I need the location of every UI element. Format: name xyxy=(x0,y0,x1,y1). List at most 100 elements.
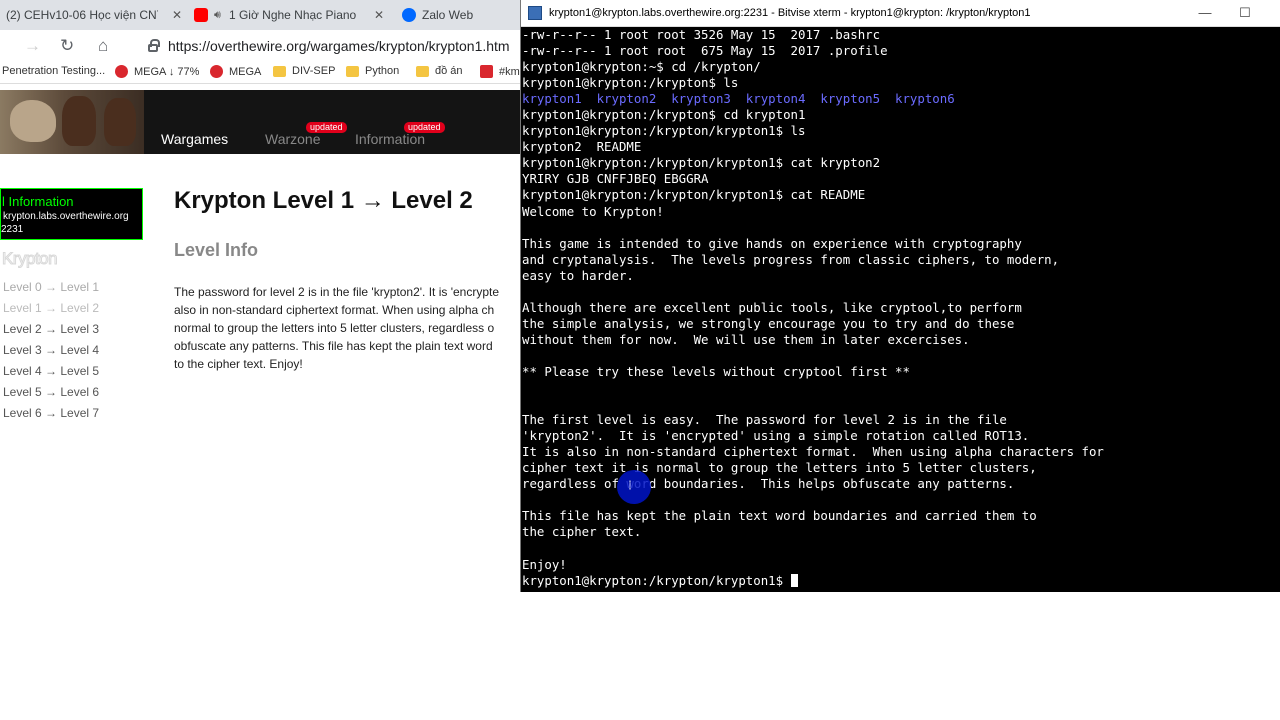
tab-piano-music[interactable]: 🔊︎ 1 Giờ Nghe Nhạc Piano Êm ✕ xyxy=(194,2,384,28)
home-icon[interactable]: ⌂ xyxy=(98,36,108,56)
bookmark-label: MEGA xyxy=(229,65,262,78)
close-icon[interactable]: ✕ xyxy=(374,8,384,22)
terminal-line: krypton1@krypton:/krypton$ ls xyxy=(522,75,739,91)
nav-warzone[interactable]: Warzone xyxy=(265,131,321,147)
terminal-line: -rw-r--r-- 1 root root 675 May 15 2017 .… xyxy=(522,43,888,59)
terminal-line: krypton1@krypton:/krypton/krypton1$ xyxy=(522,573,1280,589)
bookmark-do-an[interactable]: đồ án xyxy=(416,65,463,77)
nav-wargames[interactable]: Wargames xyxy=(161,131,228,147)
terminal-line: the cipher text. xyxy=(522,524,642,540)
folder-icon xyxy=(346,65,359,77)
bookmark-label: DIV-SEP xyxy=(292,65,336,77)
terminal-line: the simple analysis, we strongly encoura… xyxy=(522,315,1015,331)
reload-icon[interactable]: ↻ xyxy=(60,36,74,56)
terminal-line: This game is intended to give hands on e… xyxy=(522,235,1022,251)
close-icon[interactable]: ✕ xyxy=(172,8,182,22)
bookmark-mega-download[interactable]: MEGA ↓ 77% xyxy=(115,65,199,78)
section-title: Level Info xyxy=(174,240,259,260)
terminal-line: Enjoy! xyxy=(522,556,567,572)
forward-icon[interactable]: → xyxy=(24,36,41,56)
bookmark-mega[interactable]: MEGA xyxy=(210,65,261,78)
terminal-line: krypton1 krypton2 krypton3 krypton4 kryp… xyxy=(522,91,955,107)
terminal-line: without them for now. We will use them i… xyxy=(522,331,970,347)
cat-image xyxy=(10,100,56,142)
krypton-logo: Krypton xyxy=(1,249,58,269)
ssh-port: 2231 xyxy=(1,224,24,235)
description-line: normal to group the letters into 5 lette… xyxy=(174,321,495,335)
terminal-line: krypton1@krypton:/krypton$ cd krypton1 xyxy=(522,107,806,123)
terminal-line: easy to harder. xyxy=(522,267,634,283)
bookmark-label: MEGA ↓ 77% xyxy=(134,65,200,78)
domo-image xyxy=(62,96,96,146)
youtube-icon xyxy=(194,8,208,22)
ssh-info-box: l Information krypton.labs.overthewire.o… xyxy=(0,188,143,240)
level-link[interactable]: Level 6 → Level 7 xyxy=(3,405,99,426)
bookmark-python[interactable]: Python xyxy=(346,65,399,77)
terminal-line: krypton1@krypton:~$ cd /krypton/ xyxy=(522,59,761,75)
level-link[interactable]: Level 0 → Level 1 xyxy=(3,279,99,300)
terminal-title: krypton1@krypton.labs.overthewire.org:22… xyxy=(549,7,1031,19)
updated-badge: updated xyxy=(306,122,347,133)
url-text: https://overthewire.org/wargames/krypton… xyxy=(168,38,510,54)
nav-information[interactable]: Information xyxy=(355,131,425,147)
click-highlight xyxy=(617,470,651,504)
updated-badge: updated xyxy=(404,122,445,133)
terminal-line: krypton1@krypton:/krypton/krypton1$ ls xyxy=(522,123,806,139)
tab-label: Zalo Web xyxy=(422,8,474,22)
zalo-icon xyxy=(402,8,416,22)
level-description: The password for level 2 is in the file … xyxy=(174,283,520,373)
folder-icon xyxy=(273,65,286,77)
bookmark-label: #km xyxy=(499,65,520,78)
tab-cehv10[interactable]: (2) CEHv10-06 Học viện CNTT A ✕ xyxy=(6,2,182,28)
bookmark-km[interactable]: #km xyxy=(480,65,520,78)
text-cursor-icon xyxy=(629,480,631,490)
terminal-titlebar[interactable]: krypton1@krypton.labs.overthewire.org:22… xyxy=(521,0,1280,27)
terminal-cursor xyxy=(790,573,798,587)
maximize-icon[interactable]: ☐ xyxy=(1225,2,1265,24)
mega-icon xyxy=(115,65,128,78)
bookmark-label: đồ án xyxy=(435,65,463,77)
folder-icon xyxy=(416,65,429,77)
terminal-line: It is also in non-standard ciphertext fo… xyxy=(522,444,1104,460)
level-link[interactable]: Level 2 → Level 3 xyxy=(3,321,99,342)
terminal-line: Although there are excellent public tool… xyxy=(522,299,1022,315)
tab-label: (2) CEHv10-06 Học viện CNTT A xyxy=(6,8,158,22)
bookmark-label: Penetration Testing... xyxy=(2,65,106,77)
terminal-line: The first level is easy. The password fo… xyxy=(522,412,1007,428)
page-title: Krypton Level 1 → Level 2 xyxy=(174,187,473,214)
tag-icon xyxy=(480,65,493,78)
level-link[interactable]: Level 3 → Level 4 xyxy=(3,342,99,363)
bitvise-icon xyxy=(528,6,542,20)
tab-zalo[interactable]: Zalo Web xyxy=(402,2,518,28)
level-link[interactable]: Level 5 → Level 6 xyxy=(3,384,99,405)
minimize-icon[interactable]: — xyxy=(1185,2,1225,24)
address-bar[interactable]: https://overthewire.org/wargames/krypton… xyxy=(140,33,540,59)
terminal-line: krypton1@krypton:/krypton/krypton1$ cat … xyxy=(522,187,866,203)
level-link-current[interactable]: Level 1 → Level 2 xyxy=(3,300,99,321)
terminal-line: Welcome to Krypton! xyxy=(522,203,664,219)
audio-icon: 🔊︎ xyxy=(214,8,221,21)
bookmark-penetration-testing[interactable]: Penetration Testing... xyxy=(2,65,105,77)
description-line: also in non-standard ciphertext format. … xyxy=(174,303,495,317)
terminal-line: krypton2 README xyxy=(522,139,642,155)
description-line: to the cipher text. Enjoy! xyxy=(174,357,303,371)
site-banner-image[interactable] xyxy=(0,90,144,154)
terminal-line: -rw-r--r-- 1 root root 3526 May 15 2017 … xyxy=(522,27,881,42)
terminal-window: krypton1@krypton.labs.overthewire.org:22… xyxy=(520,0,1280,592)
domo-image xyxy=(104,98,136,146)
description-line: obfuscate any patterns. This file has ke… xyxy=(174,339,493,353)
terminal-line: This file has kept the plain text word b… xyxy=(522,508,1037,524)
ssh-info-title: l Information xyxy=(2,194,74,209)
terminal-output[interactable]: -rw-r--r-- 1 root root 3526 May 15 2017 … xyxy=(522,27,1280,592)
level-link[interactable]: Level 4 → Level 5 xyxy=(3,363,99,384)
bookmark-div-sep[interactable]: DIV-SEP xyxy=(273,65,335,77)
terminal-line: YRIRY GJB CNFFJBEQ EBGGRA xyxy=(522,171,709,187)
terminal-line: 'krypton2'. It is 'encrypted' using a si… xyxy=(522,428,1030,444)
terminal-line: and cryptanalysis. The levels progress f… xyxy=(522,251,1060,267)
terminal-line: ** Please try these levels without crypt… xyxy=(522,363,910,379)
terminal-line: krypton1@krypton:/krypton/krypton1$ cat … xyxy=(522,155,881,171)
